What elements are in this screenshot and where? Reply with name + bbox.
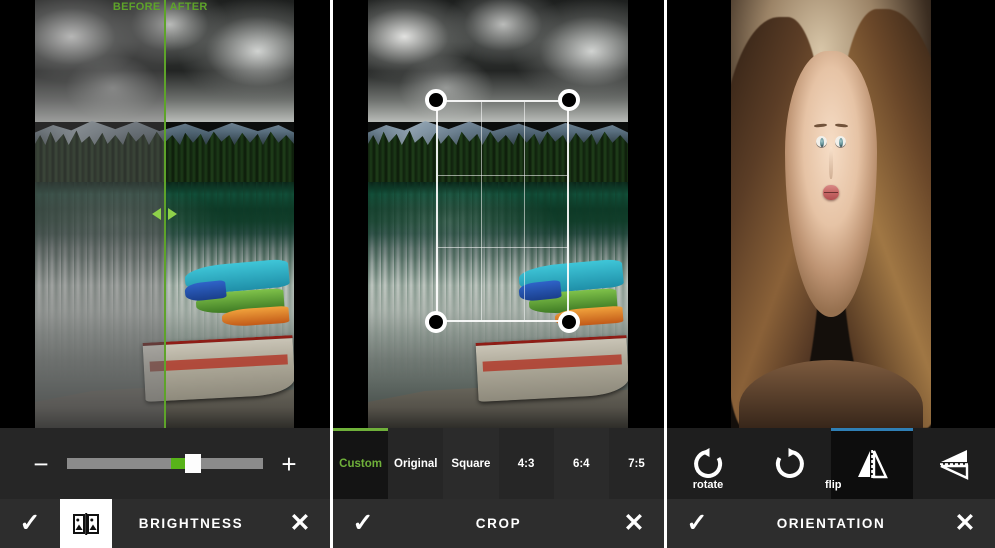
screenshot-root: BEFORE AFTER − + ✓ BRIGHTNESS ✕ Custom O… (0, 0, 995, 548)
photo-before (35, 0, 165, 428)
photo-landscape-compare[interactable]: BEFORE AFTER (35, 0, 294, 428)
crop-handle-top-left[interactable] (425, 89, 447, 111)
flip-vertical-button[interactable] (913, 428, 995, 499)
cancel-button[interactable]: ✕ (270, 511, 330, 536)
orientation-toolbar: ✓ ORIENTATION ✕ (667, 499, 995, 548)
ratio-option-6-4[interactable]: 6:4 (553, 428, 609, 499)
ratio-option-original[interactable]: Original (388, 428, 444, 499)
brightness-toolbar: ✓ BRIGHTNESS ✕ (0, 499, 330, 548)
rotate-counter-clockwise-button[interactable]: rotate (667, 428, 749, 499)
slider-thumb[interactable] (184, 454, 201, 473)
ratio-label: 4:3 (517, 457, 535, 470)
image-stage-brightness: BEFORE AFTER (0, 0, 330, 428)
panel-brightness: BEFORE AFTER − + ✓ BRIGHTNESS ✕ (0, 0, 330, 548)
ratio-label: Custom (339, 457, 382, 470)
ratio-label: 7:5 (628, 457, 645, 470)
panel-orientation: rotate flip ✓ ORIENTATION ✕ (667, 0, 995, 548)
panel-title: BRIGHTNESS (138, 516, 244, 531)
image-stage-orientation (667, 0, 995, 428)
before-after-divider[interactable] (151, 0, 177, 428)
increase-brightness-button[interactable]: + (269, 451, 309, 477)
arrow-right-icon[interactable] (167, 208, 177, 220)
panel-crop: Custom Original Square 4:3 6:4 7:5 ✓ CRO… (333, 0, 664, 548)
nose (829, 146, 833, 179)
crop-grid (438, 102, 567, 320)
flip-group-label: flip (825, 479, 842, 491)
eyebrow-left (814, 123, 828, 129)
confirm-button[interactable]: ✓ (667, 511, 727, 536)
image-stage-crop (333, 0, 664, 428)
rotate-group-label: rotate (692, 479, 724, 491)
ratio-label: Square (451, 457, 491, 470)
ratio-label: Original (394, 457, 438, 470)
slider-fill (170, 458, 185, 469)
panel-title: CROP (475, 516, 522, 531)
ratio-option-square[interactable]: Square (443, 428, 499, 499)
lips (823, 185, 839, 201)
flip-horizontal-icon (858, 449, 888, 478)
eye-right (834, 136, 846, 148)
crop-handle-bottom-right[interactable] (558, 311, 580, 333)
cancel-button[interactable]: ✕ (604, 511, 664, 536)
confirm-button[interactable]: ✓ (333, 511, 393, 536)
crop-handle-top-right[interactable] (558, 89, 580, 111)
rotate-counter-clockwise-icon (694, 447, 723, 478)
flip-horizontal-button[interactable]: flip (825, 428, 913, 499)
after-label: AFTER (169, 1, 208, 13)
brightness-slider[interactable] (67, 454, 263, 473)
compare-split-image-icon[interactable] (60, 499, 112, 548)
rotate-clockwise-button[interactable] (749, 428, 831, 499)
confirm-button[interactable]: ✓ (0, 511, 60, 536)
ratio-label: 6:4 (572, 457, 590, 470)
flip-vertical-icon (940, 449, 969, 480)
eyebrow-right (834, 123, 848, 129)
photo-landscape[interactable] (368, 0, 628, 428)
crop-toolbar: ✓ CROP ✕ (333, 499, 664, 548)
ratio-option-7-5[interactable]: 7:5 (608, 428, 664, 499)
photo-portrait[interactable] (731, 0, 931, 428)
panel-title: ORIENTATION (776, 516, 886, 531)
ratio-option-4-3[interactable]: 4:3 (498, 428, 554, 499)
brightness-slider-row: − + (0, 428, 330, 499)
ratio-option-custom[interactable]: Custom (333, 428, 389, 499)
decrease-brightness-button[interactable]: − (21, 451, 61, 477)
rotate-clockwise-icon (775, 447, 804, 478)
crop-handle-bottom-left[interactable] (425, 311, 447, 333)
crop-ratio-row: Custom Original Square 4:3 6:4 7:5 (333, 428, 664, 499)
arrow-left-icon[interactable] (151, 208, 161, 220)
before-label: BEFORE (112, 1, 161, 13)
orientation-actions-row: rotate flip (667, 428, 995, 499)
cancel-button[interactable]: ✕ (935, 511, 995, 536)
crop-selection-box[interactable] (425, 89, 580, 333)
eye-left (816, 136, 828, 148)
